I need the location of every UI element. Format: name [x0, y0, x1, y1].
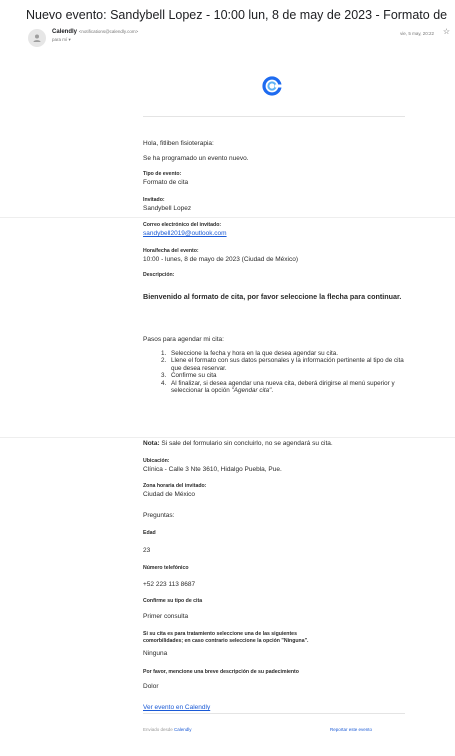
footer-calendly-link[interactable]: Calendly	[174, 727, 192, 732]
sender-name[interactable]: Calendly <notifications@calendly.com>	[52, 29, 138, 35]
header-divider	[143, 116, 405, 117]
question-phone-answer: +52 223 113 8687	[143, 581, 196, 588]
email-date: vie, 5 may, 20:22	[400, 31, 434, 36]
sender-email: <notifications@calendly.com>	[78, 29, 139, 34]
greeting: Hola, fitliben fisioterapia:	[143, 140, 214, 147]
wide-divider	[0, 217, 455, 218]
note-label: Nota:	[143, 440, 160, 447]
footer-report-link[interactable]: Reportar este evento	[330, 727, 372, 732]
question-description-label: Por favor, mencione una breve descripció…	[143, 669, 299, 675]
datetime-label: Hora/fecha del evento:	[143, 248, 199, 254]
invitee-label: Invitado:	[143, 197, 165, 203]
question-comorbidity-label-2: comorbilidades; en caso contrario selecc…	[143, 638, 309, 644]
question-type-label: Confirme su tipo de cita	[143, 598, 203, 604]
note-text: Nota: Si sale del formulario sin conclui…	[143, 440, 333, 447]
intro-text: Se ha programado un evento nuevo.	[143, 155, 249, 162]
wide-divider-2	[0, 437, 455, 438]
event-type-label: Tipo de evento:	[143, 171, 182, 177]
email-label: Correo electrónico del invitado:	[143, 222, 222, 228]
datetime-value: 10:00 - lunes, 8 de mayo de 2023 (Ciudad…	[143, 256, 299, 263]
sender-display-name: Calendly	[52, 29, 78, 35]
question-type-answer: Primer consulta	[143, 613, 189, 620]
footer-divider	[143, 713, 405, 714]
timezone-value: Ciudad de México	[143, 491, 196, 498]
question-phone-label: Número telefónico	[143, 565, 189, 571]
location-value: Clínica - Calle 3 Nte 3610, Hidalgo Pueb…	[143, 466, 282, 473]
list-item: 1. Seleccione la fecha y hora en la que d…	[161, 350, 338, 357]
question-age-answer: 23	[143, 547, 151, 554]
view-event-link[interactable]: Ver evento en Calendly	[143, 704, 210, 711]
welcome-text: Bienvenido al formato de cita, por favor…	[143, 292, 402, 301]
timezone-label: Zona horaria del invitado:	[143, 483, 207, 489]
steps-title: Pasos para agendar mi cita:	[143, 336, 224, 343]
question-age-label: Edad	[143, 530, 156, 536]
question-comorbidity-label: Si su cita es para tratamiento seleccion…	[143, 631, 297, 637]
calendly-logo	[262, 76, 282, 96]
list-item: 4. Al finalizar, si desea agendar una nue…	[161, 379, 395, 395]
question-comorbidity-answer: Ninguna	[143, 650, 168, 657]
star-icon[interactable]: ☆	[443, 27, 450, 36]
questions-title: Preguntas:	[143, 512, 175, 519]
email-subject: Nuevo evento: Sandybell Lopez - 10:00 lu…	[26, 8, 451, 22]
list-item: 2. Llene el formato con sus datos persona…	[161, 357, 404, 372]
sender-row: Calendly <notifications@calendly.com> pa…	[28, 27, 450, 49]
footer-prefix: Enviado desde	[143, 727, 175, 732]
description-label: Descripción:	[143, 272, 175, 278]
steps-list: 1. Seleccione la fecha y hora en la que d…	[161, 350, 405, 394]
recipient-dropdown[interactable]: para mí ▾	[52, 37, 71, 43]
invitee-email-link[interactable]: sandybell2019@outlook.com	[143, 230, 227, 237]
list-item: 3. Confirme su cita	[161, 372, 217, 380]
location-label: Ubicación:	[143, 458, 170, 464]
footer-sent-from: Enviado desde Calendly	[143, 727, 192, 732]
person-icon	[28, 29, 46, 47]
event-type-value: Formato de cita	[143, 179, 189, 186]
invitee-value: Sandybell Lopez	[143, 205, 192, 212]
question-description-answer: Dolor	[143, 683, 159, 690]
